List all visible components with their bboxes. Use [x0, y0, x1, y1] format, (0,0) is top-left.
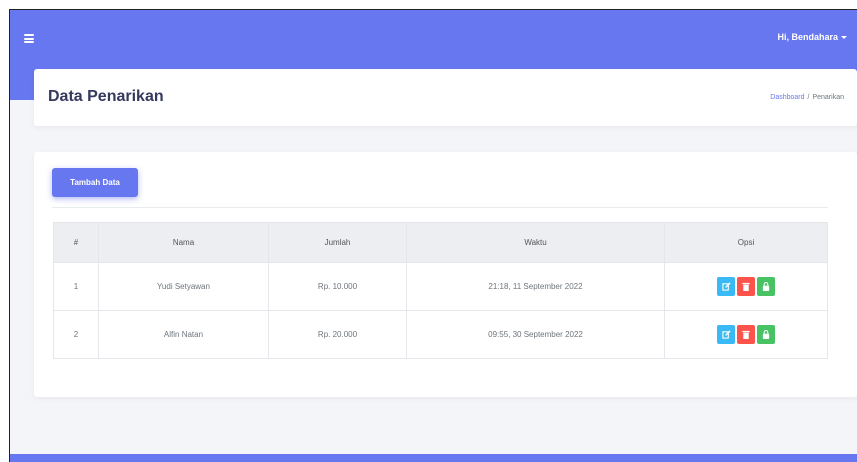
content-card: Tambah Data # Nama Jumlah Waktu Opsi 1 Y…: [34, 152, 857, 397]
edit-button[interactable]: [717, 325, 735, 344]
edit-icon: [721, 330, 731, 339]
delete-button[interactable]: [737, 277, 755, 296]
divider: [52, 207, 828, 208]
edit-icon: [721, 282, 731, 291]
lock-button[interactable]: [757, 277, 775, 296]
cell-opsi: [664, 262, 828, 311]
delete-button[interactable]: [737, 325, 755, 344]
breadcrumb-current: Penarikan: [812, 94, 844, 101]
cell-number: 2: [53, 310, 99, 359]
user-greeting: Hi, Bendahara: [777, 32, 838, 42]
bottom-bar: [10, 454, 857, 462]
add-data-button[interactable]: Tambah Data: [52, 168, 138, 197]
column-header-nama: Nama: [98, 222, 269, 263]
cell-opsi: [664, 310, 828, 359]
column-header-jumlah: Jumlah: [268, 222, 407, 263]
cell-waktu: 09:55, 30 September 2022: [406, 310, 665, 359]
hamburger-icon[interactable]: [24, 34, 34, 43]
table-header-row: # Nama Jumlah Waktu Opsi: [53, 222, 828, 263]
action-group: [717, 277, 775, 296]
cell-nama: Yudi Setyawan: [98, 262, 269, 311]
app-frame: Hi, Bendahara Data Penarikan Dashboard / P…: [9, 9, 857, 462]
column-header-number: #: [53, 222, 99, 263]
column-header-opsi: Opsi: [664, 222, 828, 263]
breadcrumb-dashboard-link[interactable]: Dashboard: [770, 94, 804, 101]
lock-button[interactable]: [757, 325, 775, 344]
cell-nama: Alfin Natan: [98, 310, 269, 359]
caret-down-icon: [841, 35, 847, 39]
cell-jumlah: Rp. 10.000: [268, 262, 407, 311]
trash-icon: [742, 282, 750, 291]
table-row: 1 Yudi Setyawan Rp. 10.000 21:18, 11 Sep…: [53, 262, 828, 311]
trash-icon: [742, 330, 750, 339]
cell-number: 1: [53, 262, 99, 311]
breadcrumb: Dashboard / Penarikan: [770, 94, 844, 101]
cell-waktu: 21:18, 11 September 2022: [406, 262, 665, 311]
table-row: 2 Alfin Natan Rp. 20.000 09:55, 30 Septe…: [53, 310, 828, 359]
user-menu[interactable]: Hi, Bendahara: [777, 32, 847, 42]
section-header: Data Penarikan Dashboard / Penarikan: [34, 69, 857, 126]
withdrawal-table: # Nama Jumlah Waktu Opsi 1 Yudi Setyawan…: [53, 222, 828, 359]
breadcrumb-separator: /: [807, 94, 810, 101]
page-title: Data Penarikan: [48, 88, 164, 105]
cell-jumlah: Rp. 20.000: [268, 310, 407, 359]
action-group: [717, 325, 775, 344]
edit-button[interactable]: [717, 277, 735, 296]
lock-icon: [762, 282, 770, 291]
column-header-waktu: Waktu: [406, 222, 665, 263]
lock-icon: [762, 330, 770, 339]
